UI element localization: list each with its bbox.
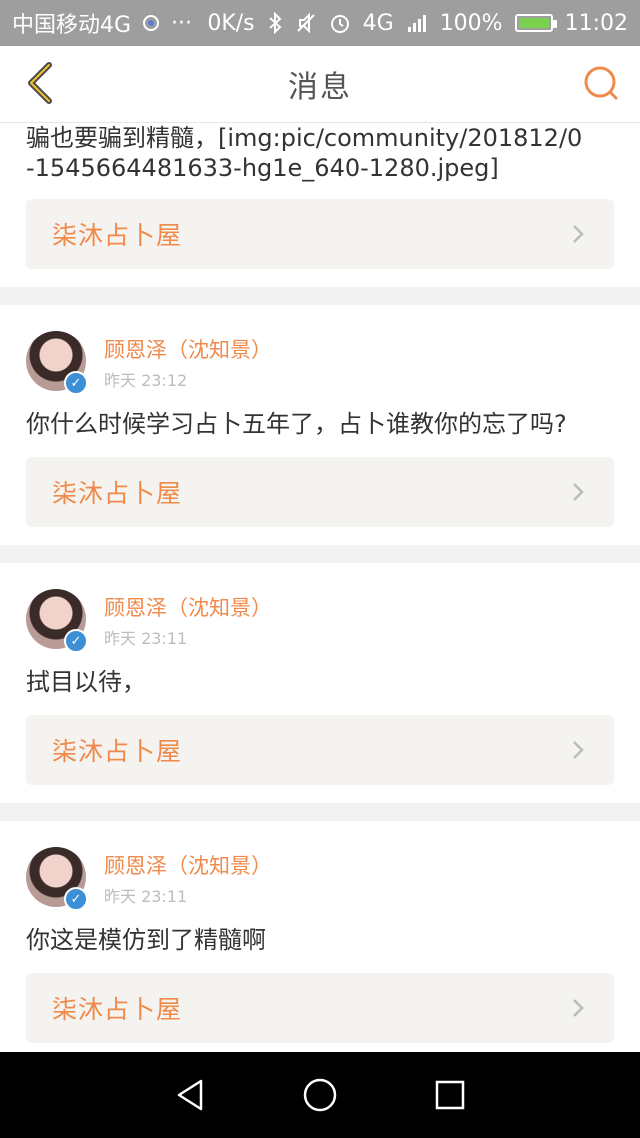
- alarm-icon: [329, 12, 351, 34]
- chevron-right-icon: [573, 999, 584, 1017]
- message-text: 你这是模仿到了精髓啊: [26, 926, 266, 954]
- avatar[interactable]: ✓: [26, 331, 88, 395]
- quote-link[interactable]: 柒沐占卜屋: [26, 457, 614, 527]
- quote-title: 柒沐占卜屋: [52, 995, 183, 1024]
- message-card[interactable]: ✓ 顾恩泽（沈知景） 昨天 23:11 拭目以待， 柒沐占卜屋: [0, 563, 640, 803]
- quote-link[interactable]: 柒沐占卜屋: [26, 199, 614, 269]
- message-card[interactable]: ✓ 顾恩泽（沈知景） 昨天 23:11 你这是模仿到了精髓啊 柒沐占卜屋: [0, 821, 640, 1052]
- network-speed: 0K/s: [207, 10, 255, 36]
- message-time: 昨天 23:11: [104, 629, 188, 648]
- avatar[interactable]: ✓: [26, 847, 88, 911]
- verified-icon: ✓: [64, 629, 88, 653]
- verified-icon: ✓: [64, 371, 88, 395]
- battery-icon: [514, 14, 557, 32]
- circle-home-icon: [303, 1078, 337, 1112]
- message-list[interactable]: 骗也要骗到精髓，[img:pic/community/201812/0-1545…: [0, 123, 640, 1052]
- more-notifications-icon: ···: [171, 10, 193, 36]
- page-title: 消息: [288, 70, 352, 105]
- mute-icon: [295, 12, 317, 34]
- status-bar: 中国移动4G ··· 0K/s 4G 100% 11:02: [0, 0, 640, 46]
- message-author: ✓ 顾恩泽（沈知景） 昨天 23:11: [26, 847, 614, 911]
- user-name[interactable]: 顾恩泽（沈知景）: [104, 337, 272, 363]
- divider: [0, 803, 640, 821]
- nav-recents-button[interactable]: [430, 1075, 470, 1115]
- battery-percent: 100%: [439, 10, 503, 36]
- triangle-back-icon: [177, 1079, 203, 1111]
- carrier-label: 中国移动4G: [12, 13, 132, 38]
- divider: [0, 545, 640, 563]
- quote-title: 柒沐占卜屋: [52, 479, 183, 508]
- chevron-right-icon: [573, 741, 584, 759]
- divider: [0, 287, 640, 305]
- nav-home-button[interactable]: [300, 1075, 340, 1115]
- message-time: 昨天 23:11: [104, 887, 188, 906]
- message-author: ✓ 顾恩泽（沈知景） 昨天 23:11: [26, 589, 614, 653]
- message-text: 拭目以待，: [26, 668, 146, 696]
- search-icon: [584, 66, 618, 100]
- message-text: 骗也要骗到精髓，[img:pic/community/201812/0-1545…: [26, 124, 583, 182]
- notification-icon: [143, 15, 160, 31]
- message-time: 昨天 23:12: [104, 371, 188, 390]
- clock: 11:02: [564, 10, 628, 36]
- avatar[interactable]: ✓: [26, 589, 88, 653]
- message-card-partial: 骗也要骗到精髓，[img:pic/community/201812/0-1545…: [0, 123, 640, 287]
- quote-title: 柒沐占卜屋: [52, 221, 183, 250]
- message-text: 你什么时候学习占卜五年了，占卜谁教你的忘了吗?: [26, 410, 567, 438]
- network-type: 4G: [362, 10, 394, 36]
- square-recents-icon: [435, 1080, 465, 1110]
- bluetooth-icon: [267, 12, 283, 34]
- back-arrow-icon: [28, 62, 52, 104]
- quote-link[interactable]: 柒沐占卜屋: [26, 715, 614, 785]
- chevron-right-icon: [573, 225, 584, 243]
- verified-icon: ✓: [64, 887, 88, 911]
- message-author: ✓ 顾恩泽（沈知景） 昨天 23:12: [26, 331, 614, 395]
- quote-link[interactable]: 柒沐占卜屋: [26, 973, 614, 1043]
- search-button[interactable]: [578, 60, 624, 106]
- message-card[interactable]: ✓ 顾恩泽（沈知景） 昨天 23:12 你什么时候学习占卜五年了，占卜谁教你的忘…: [0, 305, 640, 545]
- nav-back-button[interactable]: [170, 1075, 210, 1115]
- app-header: 消息: [0, 46, 640, 123]
- quote-title: 柒沐占卜屋: [52, 737, 183, 766]
- chevron-right-icon: [573, 483, 584, 501]
- user-name[interactable]: 顾恩泽（沈知景）: [104, 853, 272, 879]
- back-button[interactable]: [16, 60, 62, 106]
- system-navigation-bar: [0, 1052, 640, 1138]
- signal-icon: [406, 12, 428, 34]
- user-name[interactable]: 顾恩泽（沈知景）: [104, 595, 272, 621]
